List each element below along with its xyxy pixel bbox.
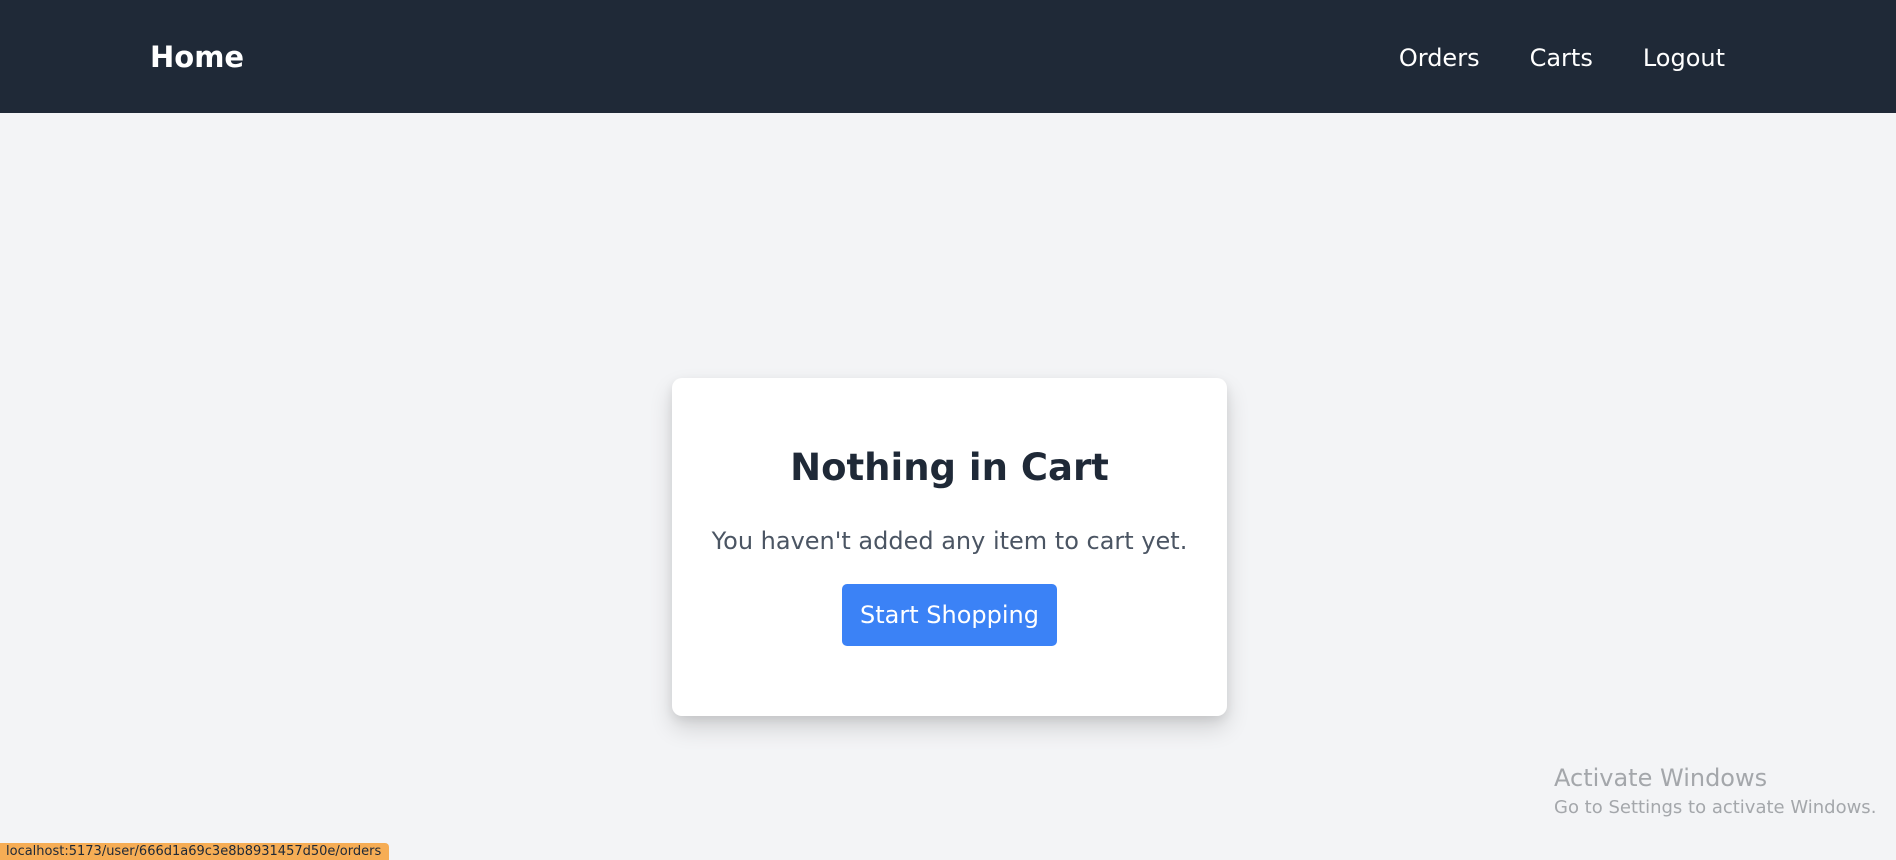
orders-link[interactable]: Orders (1399, 40, 1480, 76)
start-shopping-button[interactable]: Start Shopping (842, 584, 1057, 646)
top-navbar: Home Orders Carts Logout (0, 0, 1896, 113)
empty-cart-message: You haven't added any item to cart yet. (711, 527, 1188, 555)
nav-links: Orders Carts Logout (1399, 40, 1725, 76)
watermark-title: Activate Windows (1554, 764, 1768, 792)
home-link[interactable]: Home (150, 38, 244, 76)
empty-cart-title: Nothing in Cart (790, 446, 1109, 489)
link-status-bar: localhost:5173/user/666d1a69c3e8b8931457… (0, 843, 390, 860)
watermark-subtitle: Go to Settings to activate Windows. (1554, 796, 1877, 818)
empty-cart-card: Nothing in Cart You haven't added any it… (672, 378, 1227, 716)
activate-windows-watermark: Activate Windows Go to Settings to activ… (1554, 764, 1876, 818)
logout-link[interactable]: Logout (1643, 40, 1725, 76)
carts-link[interactable]: Carts (1530, 40, 1593, 76)
